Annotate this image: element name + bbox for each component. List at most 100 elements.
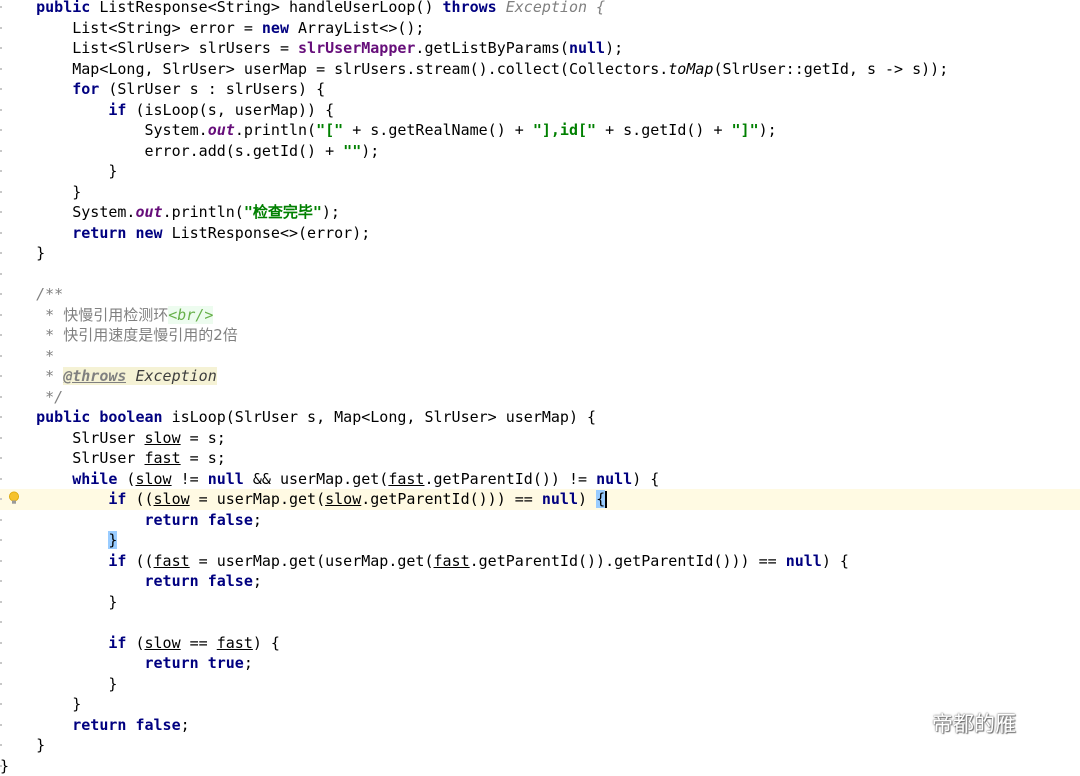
code-line[interactable]: for (SlrUser s : slrUsers) { [0, 79, 1080, 100]
code-line[interactable]: */ [0, 387, 1080, 408]
code-line[interactable]: } [0, 182, 1080, 203]
code-token: 快慢引用检测环 [63, 306, 168, 324]
code-line[interactable]: error.add(s.getId() + ""); [0, 141, 1080, 162]
code-line[interactable]: * 快慢引用检测环<br/> [0, 305, 1080, 326]
code-line[interactable]: public ListResponse<String> handleUserLo… [0, 0, 1080, 18]
code-token: null [569, 39, 605, 57]
code-token: { [596, 490, 605, 508]
code-token: public [36, 0, 90, 16]
code-token: + s.getRealName() + [343, 121, 533, 139]
code-line[interactable]: while (slow != null && userMap.get(fast.… [0, 469, 1080, 490]
code-line[interactable]: * 快引用速度是慢引用的2倍 [0, 325, 1080, 346]
code-token: * [0, 347, 54, 365]
code-token: ); [759, 121, 777, 139]
code-token: new [262, 19, 289, 37]
code-token: return [145, 511, 199, 529]
code-token [0, 531, 108, 549]
code-line[interactable]: if (isLoop(s, userMap)) { [0, 100, 1080, 121]
code-token [0, 101, 108, 119]
code-token: (( [126, 490, 153, 508]
code-token: @throws [63, 367, 126, 385]
code-text: * 快慢引用检测环<br/> [0, 305, 213, 326]
code-token: ) { [822, 552, 849, 570]
code-token: if [108, 634, 126, 652]
code-line[interactable]: * [0, 346, 1080, 367]
code-token: slow [135, 470, 171, 488]
code-line[interactable]: List<SlrUser> slrUsers = slrUserMapper.g… [0, 38, 1080, 59]
code-token: * [0, 306, 63, 324]
code-token [0, 470, 72, 488]
code-line[interactable]: * @throws Exception [0, 366, 1080, 387]
code-token [0, 552, 108, 570]
code-token: } [0, 162, 117, 180]
code-token: } [0, 736, 45, 754]
code-line[interactable]: if (slow == fast) { [0, 633, 1080, 654]
code-token: fast [434, 552, 470, 570]
code-token: ); [605, 39, 623, 57]
code-token: Exception { [497, 0, 605, 16]
code-token: .getParentId()).getParentId())) == [470, 552, 786, 570]
code-token: isLoop(SlrUser s, Map<Long, SlrUser> use… [163, 408, 596, 426]
code-line[interactable]: System.out.println("检查完毕"); [0, 202, 1080, 223]
code-token: } [108, 531, 117, 549]
code-line[interactable]: List<String> error = new ArrayList<>(); [0, 18, 1080, 39]
code-token: if [108, 101, 126, 119]
code-text: System.out.println("检查完毕"); [0, 202, 340, 223]
code-token: ); [361, 142, 379, 160]
code-token: return [72, 716, 126, 734]
code-token: != [172, 470, 208, 488]
code-token: 快引用速度是慢引用的2倍 [63, 326, 238, 344]
code-text: } [0, 674, 117, 695]
code-line[interactable]: /** [0, 284, 1080, 305]
code-token: == [181, 634, 217, 652]
code-editor[interactable]: public ListResponse<String> handleUserLo… [0, 0, 1080, 770]
gutter-marker [0, 621, 2, 623]
code-text: } [0, 161, 117, 182]
code-text: } [0, 735, 45, 756]
code-token: = userMap.get( [190, 490, 325, 508]
code-token: Map<Long, SlrUser> userMap = slrUsers.st… [0, 60, 668, 78]
code-text: public boolean isLoop(SlrUser s, Map<Lon… [0, 407, 596, 428]
code-token: .println( [163, 203, 244, 221]
code-line[interactable] [0, 264, 1080, 285]
code-token: } [0, 593, 117, 611]
code-token: ) [578, 490, 596, 508]
code-line[interactable]: SlrUser slow = s; [0, 428, 1080, 449]
code-token: fast [154, 552, 190, 570]
code-token [0, 654, 145, 672]
code-line[interactable]: return true; [0, 653, 1080, 674]
code-text: if ((fast = userMap.get(userMap.get(fast… [0, 551, 849, 572]
code-line[interactable]: return new ListResponse<>(error); [0, 223, 1080, 244]
code-line[interactable]: if ((fast = userMap.get(userMap.get(fast… [0, 551, 1080, 572]
code-line[interactable]: } [0, 592, 1080, 613]
code-line[interactable]: public boolean isLoop(SlrUser s, Map<Lon… [0, 407, 1080, 428]
code-token: "[" [316, 121, 343, 139]
code-text: error.add(s.getId() + ""); [0, 141, 379, 162]
code-line[interactable]: } [0, 674, 1080, 695]
code-line[interactable]: } [0, 756, 1080, 776]
code-line[interactable]: SlrUser fast = s; [0, 448, 1080, 469]
code-text: } [0, 243, 45, 264]
code-token [0, 80, 72, 98]
code-token: "],id[" [533, 121, 596, 139]
code-token: List<SlrUser> slrUsers = [0, 39, 298, 57]
code-line[interactable]: return false; [0, 510, 1080, 531]
code-line[interactable]: } [0, 243, 1080, 264]
code-token: ; [253, 572, 262, 590]
watermark: 帝都的雁 [890, 706, 1016, 740]
code-text: System.out.println("[" + s.getRealName()… [0, 120, 777, 141]
code-token: List<String> error = [0, 19, 262, 37]
code-line[interactable]: if ((slow = userMap.get(slow.getParentId… [0, 489, 1080, 510]
code-text: if (isLoop(s, userMap)) { [0, 100, 334, 121]
code-line[interactable]: } [0, 530, 1080, 551]
code-token: out [208, 121, 235, 139]
code-token: } [0, 757, 9, 775]
code-token: * [0, 326, 63, 344]
code-line[interactable] [0, 612, 1080, 633]
code-line[interactable]: } [0, 161, 1080, 182]
code-text: return false; [0, 571, 262, 592]
code-line[interactable]: Map<Long, SlrUser> userMap = slrUsers.st… [0, 59, 1080, 80]
code-line[interactable]: return false; [0, 571, 1080, 592]
code-line[interactable]: System.out.println("[" + s.getRealName()… [0, 120, 1080, 141]
code-token [0, 634, 108, 652]
